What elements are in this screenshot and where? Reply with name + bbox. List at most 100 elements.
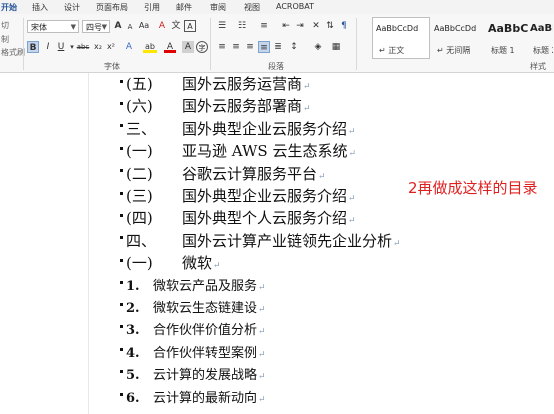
toc-text[interactable]: 微软云产品及服务: [153, 279, 257, 294]
toc-number: (三): [126, 187, 153, 205]
multilevel-list-icon[interactable]: ≡: [258, 20, 270, 32]
toc-line: 2. 微软云生态链建设↵: [120, 297, 266, 316]
bullet-marker: [120, 347, 123, 351]
clear-format-button[interactable]: A: [156, 20, 168, 32]
toc-text[interactable]: 合作伙伴转型案例: [153, 346, 257, 361]
font-name-combo[interactable]: 宋体 ▼: [27, 20, 79, 33]
chevron-down-icon: ▼: [101, 23, 107, 31]
distributed-icon[interactable]: ≣: [272, 41, 284, 53]
tab-insert[interactable]: 插入: [32, 2, 48, 13]
toc-text[interactable]: 亚马逊 AWS 云生态系统: [182, 142, 347, 160]
tab-references[interactable]: 引用: [144, 2, 160, 13]
toc-text[interactable]: 国外云计算产业链领先企业分析: [182, 232, 392, 250]
shrink-font-button[interactable]: A: [124, 21, 136, 33]
toc-text[interactable]: 谷歌云计算服务平台: [182, 165, 317, 183]
style-no-spacing[interactable]: AaBbCcDd ↵ 无间隔: [430, 17, 488, 59]
paragraph-mark-icon: ↵: [213, 261, 221, 272]
style-heading-1[interactable]: AaBbC 标题 1: [484, 17, 528, 59]
toc-number: 5.: [126, 368, 140, 384]
bold-button[interactable]: B: [27, 41, 39, 53]
toc-text[interactable]: 国外云服务运营商: [182, 75, 302, 93]
text-effects-button[interactable]: A: [123, 41, 135, 53]
ribbon: 切 制 格式刷 宋体 ▼ 四号 ▼ A A Aa A 文 A B I U ▾ abc…: [0, 14, 554, 73]
toc-number: 3.: [126, 323, 140, 339]
chinese-layout-icon[interactable]: ✕: [310, 20, 322, 32]
toc-number: 四、: [126, 231, 157, 250]
format-painter-button[interactable]: 格式刷: [1, 47, 25, 58]
line-spacing-icon[interactable]: ↕: [288, 41, 300, 53]
phonetic-guide-button[interactable]: 文: [170, 20, 182, 32]
font-group-label: 字体: [104, 62, 120, 71]
tab-acrobat[interactable]: ACROBAT: [276, 2, 314, 11]
shading-icon[interactable]: ◈: [312, 41, 324, 53]
toc-line: (五) 国外云服务运营商↵: [120, 73, 311, 94]
clipboard-group: 切 制 格式刷: [0, 14, 25, 72]
toc-text[interactable]: 微软: [182, 254, 212, 272]
tab-review[interactable]: 审阅: [210, 2, 226, 13]
toc-number: (六): [126, 97, 153, 116]
decrease-indent-icon[interactable]: ⇤: [280, 20, 292, 32]
toc-number: 6.: [126, 390, 140, 406]
tab-view[interactable]: 视图: [244, 2, 260, 13]
cut-button[interactable]: 切: [1, 20, 9, 31]
tab-design[interactable]: 设计: [64, 2, 80, 13]
bullet-marker: [120, 169, 123, 173]
toc-number: (一): [126, 142, 153, 161]
bullet-marker: [120, 124, 123, 128]
toc-number: (五): [126, 75, 153, 93]
toc-text[interactable]: 云计算的发展战略: [153, 368, 257, 383]
align-center-icon[interactable]: ≡: [230, 41, 242, 53]
paragraph-mark-icon: ↵: [318, 171, 326, 182]
style-normal[interactable]: AaBbCcDd ↵ 正文: [372, 17, 430, 59]
paragraph-mark-icon: ↵: [258, 394, 266, 405]
style-heading-2[interactable]: AaBbC 标题 2: [526, 17, 554, 59]
numbering-icon[interactable]: ☷: [236, 20, 248, 32]
toc-text[interactable]: 国外典型个人云服务介绍: [182, 209, 347, 227]
bullet-marker: [120, 79, 123, 83]
paragraph-mark-icon: ↵: [348, 149, 357, 160]
char-shading-button[interactable]: A: [182, 41, 194, 53]
copy-button[interactable]: 制: [1, 34, 9, 45]
tab-mailings[interactable]: 邮件: [176, 2, 192, 13]
char-border-button[interactable]: A: [184, 20, 196, 32]
font-size-combo[interactable]: 四号 ▼: [82, 20, 110, 33]
align-right-icon[interactable]: ≡: [244, 41, 256, 53]
show-marks-icon[interactable]: ¶: [338, 20, 350, 32]
toc-line: 4. 合作伙伴转型案例↵: [120, 342, 266, 361]
bullet-marker: [120, 191, 123, 195]
toc-text[interactable]: 合作伙伴价值分析: [153, 323, 257, 338]
left-margin-guide: [88, 73, 89, 414]
enclose-char-button[interactable]: 字: [196, 41, 208, 53]
toc-text[interactable]: 国外典型企业云服务介绍: [182, 187, 347, 205]
highlight-button[interactable]: ab: [143, 41, 157, 53]
grow-font-button[interactable]: A: [112, 20, 124, 32]
toc-number: 三、: [126, 119, 157, 138]
style-preview: AaBbCcDd: [376, 24, 419, 33]
tab-home[interactable]: 开始: [1, 2, 17, 13]
superscript-button[interactable]: x²: [105, 41, 117, 53]
subscript-button[interactable]: x₂: [92, 41, 104, 53]
toc-line: (一) 亚马逊 AWS 云生态系统↵: [120, 140, 356, 161]
toc-text[interactable]: 国外云服务部署商: [182, 97, 302, 115]
tab-page-layout[interactable]: 页面布局: [96, 2, 128, 13]
style-name: ↵ 正文: [379, 46, 405, 55]
italic-button[interactable]: I: [42, 41, 54, 53]
align-left-icon[interactable]: ≡: [216, 41, 228, 53]
ribbon-tab-bar: 开始 插入 设计 页面布局 引用 邮件 审阅 视图 ACROBAT: [0, 0, 554, 14]
toc-text[interactable]: 微软云生态链建设: [153, 301, 257, 316]
change-case-button[interactable]: Aa: [138, 20, 150, 32]
paragraph-mark-icon: ↵: [348, 194, 356, 204]
strikethrough-button[interactable]: abc: [75, 41, 91, 53]
style-preview: AaBbCcDd: [434, 24, 477, 33]
borders-icon[interactable]: ▦: [330, 41, 342, 53]
sort-icon[interactable]: ⇅: [324, 20, 336, 32]
toc-text[interactable]: 国外典型企业云服务介绍: [182, 120, 347, 138]
font-color-button[interactable]: A: [164, 41, 176, 53]
divider: [210, 18, 211, 70]
bullets-icon[interactable]: ☰: [216, 20, 228, 32]
toc-number: (一): [126, 254, 153, 273]
justify-icon[interactable]: ≡: [258, 41, 270, 53]
bullet-marker: [120, 101, 123, 105]
toc-text[interactable]: 云计算的最新动向: [153, 391, 257, 406]
increase-indent-icon[interactable]: ⇥: [294, 20, 306, 32]
